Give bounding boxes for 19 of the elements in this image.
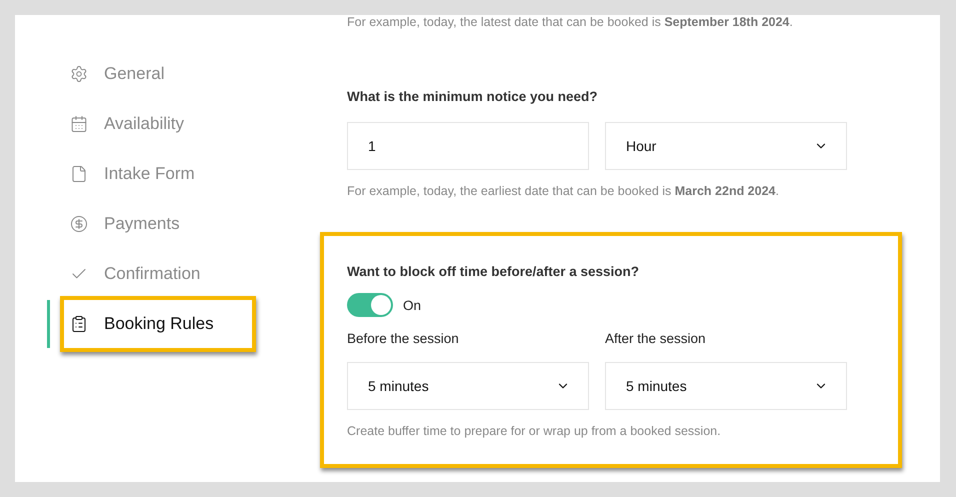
toggle-switch[interactable]: [347, 293, 393, 317]
sidebar-item[interactable]: Booking Rules: [60, 296, 256, 352]
question-text: Want to block off time before/after a session?: [347, 264, 640, 279]
duration-select[interactable]: 5 minutes: [605, 362, 847, 410]
hint-text: Create buffer time to prepare for or wrap up from a booked session.: [347, 424, 722, 438]
duration-select[interactable]: 5 minutes: [347, 362, 589, 410]
calendar-icon: [70, 115, 88, 133]
settings-icon: [70, 65, 88, 83]
dollar-icon: [70, 215, 88, 233]
clipboard-icon: [70, 315, 88, 333]
question-text: What is the minimum notice you need?: [347, 89, 599, 104]
toggle-label: On: [403, 298, 422, 312]
note-text: For example, today, the earliest date that can be booked is March 22nd 2024.: [347, 184, 780, 198]
note-text: For example, today, the latest date that can be booked is September 18th 2024.: [347, 15, 794, 29]
file-icon: [70, 165, 88, 183]
notice-unit-select[interactable]: Hour: [605, 122, 847, 170]
field-label: Before the session: [347, 331, 460, 346]
notice-amount-input[interactable]: 1: [347, 122, 589, 170]
field-label: After the session: [605, 331, 707, 346]
